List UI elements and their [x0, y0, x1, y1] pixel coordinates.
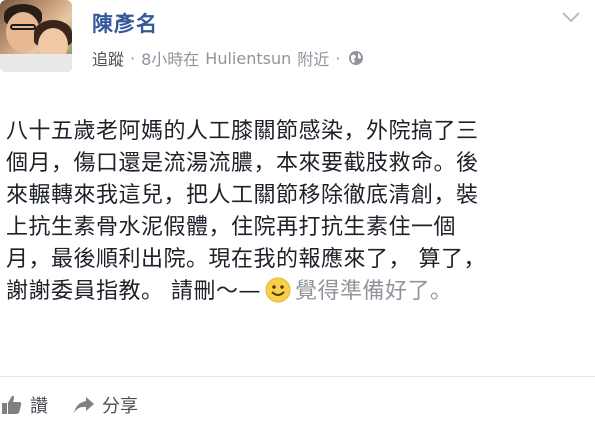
post-meta: 追蹤 · 8小時在 Hulientsun 附近 ·	[92, 46, 364, 70]
divider	[0, 376, 595, 377]
smile-icon	[265, 277, 291, 303]
post-body-last-text: 謝謝委員指教。 請刪～—	[6, 279, 261, 304]
feeling-text[interactable]: 覺得準備好了。	[295, 279, 453, 304]
post-time[interactable]: 8小時在	[141, 46, 199, 70]
post-body-line: 上抗生素骨水泥假體，住院再打抗生素住一個	[6, 215, 457, 240]
post-body: 八十五歲老阿媽的人工膝關節感染，外院搞了三 個月，傷口還是流湯流膿，本來要截肢救…	[6, 116, 586, 308]
like-label: 讚	[30, 396, 48, 417]
follow-link[interactable]: 追蹤	[92, 46, 124, 70]
like-button[interactable]: 讚	[0, 392, 48, 418]
meta-separator: ·	[130, 48, 136, 68]
post-body-line: 月，最後順利出院。現在我的報應來了， 算了，	[6, 247, 486, 272]
share-button[interactable]: 分享	[72, 392, 138, 418]
post-location-suffix: 附近	[297, 50, 330, 69]
facebook-post: 陳彥名 追蹤 · 8小時在 Hulientsun 附近 · 八十五歲老阿媽的人工…	[0, 0, 595, 425]
post-body-last-line: 謝謝委員指教。 請刪～— 覺得準備好了。	[6, 276, 586, 308]
post-body-line: 個月，傷口還是流湯流膿，本來要截肢救命。後	[6, 151, 479, 176]
post-body-line: 八十五歲老阿媽的人工膝關節感染，外院搞了三	[6, 119, 479, 144]
like-icon	[2, 395, 22, 414]
post-body-line: 來輾轉來我這兒，把人工關節移除徹底清創，裝	[6, 183, 479, 208]
share-label: 分享	[102, 396, 138, 417]
post-header: 陳彥名 追蹤 · 8小時在 Hulientsun 附近 ·	[0, 0, 595, 80]
author-name[interactable]: 陳彥名	[92, 8, 158, 38]
meta-separator-2: ·	[335, 48, 341, 68]
avatar-glasses	[10, 24, 36, 30]
share-icon	[74, 397, 94, 413]
globe-icon[interactable]	[348, 50, 364, 66]
chevron-down-icon[interactable]	[561, 10, 581, 24]
post-actions: 讚 分享	[0, 390, 162, 420]
avatar-shirt	[0, 54, 72, 72]
avatar[interactable]	[0, 0, 72, 72]
post-location[interactable]: Hulientsun	[205, 49, 291, 68]
